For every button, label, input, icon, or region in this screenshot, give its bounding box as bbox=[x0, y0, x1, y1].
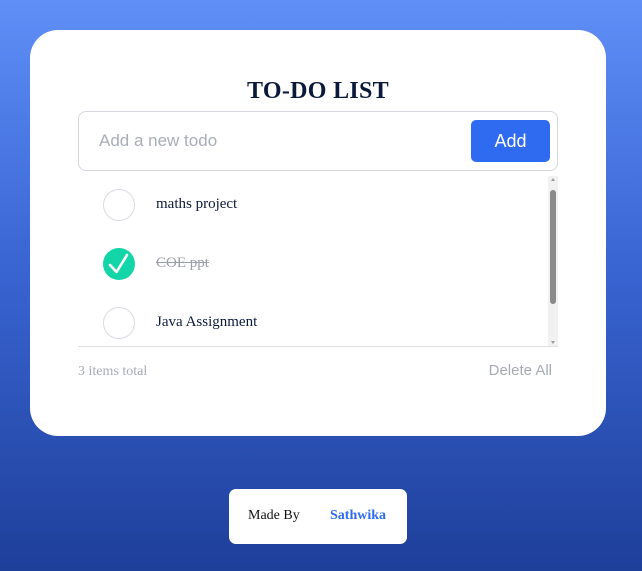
add-button[interactable]: Add bbox=[471, 120, 550, 162]
todo-item: COE ppt bbox=[78, 244, 548, 284]
scroll-up-arrow-icon[interactable] bbox=[551, 178, 555, 181]
todo-item-text: Java Assignment bbox=[156, 314, 258, 330]
todo-card: TO-DO LIST Add maths project COE ppt Jav… bbox=[30, 30, 606, 436]
list-scrollbar[interactable] bbox=[548, 176, 558, 346]
credit-badge: Made By Sathwika bbox=[229, 489, 407, 544]
new-todo-form: Add bbox=[78, 111, 558, 171]
items-count: 3 items total bbox=[78, 364, 148, 379]
todo-list: maths project COE ppt Java Assignment bbox=[78, 176, 558, 346]
new-todo-input[interactable] bbox=[91, 122, 477, 160]
delete-all-button[interactable]: Delete All bbox=[489, 362, 552, 379]
page-title: TO-DO LIST bbox=[247, 78, 389, 104]
list-divider bbox=[78, 346, 558, 347]
scroll-down-arrow-icon[interactable] bbox=[551, 341, 555, 344]
todo-item: Java Assignment bbox=[78, 303, 548, 343]
author-link[interactable]: Sathwika bbox=[330, 508, 386, 524]
made-by-label: Made By bbox=[248, 508, 300, 523]
todo-item: maths project bbox=[78, 185, 548, 225]
check-icon bbox=[108, 253, 129, 274]
todo-item-text: COE ppt bbox=[156, 255, 209, 271]
todo-checkbox[interactable] bbox=[103, 307, 135, 339]
todo-checkbox-checked[interactable] bbox=[103, 248, 135, 280]
todo-item-text: maths project bbox=[156, 196, 238, 212]
scrollbar-thumb[interactable] bbox=[550, 190, 556, 304]
todo-checkbox[interactable] bbox=[103, 189, 135, 221]
